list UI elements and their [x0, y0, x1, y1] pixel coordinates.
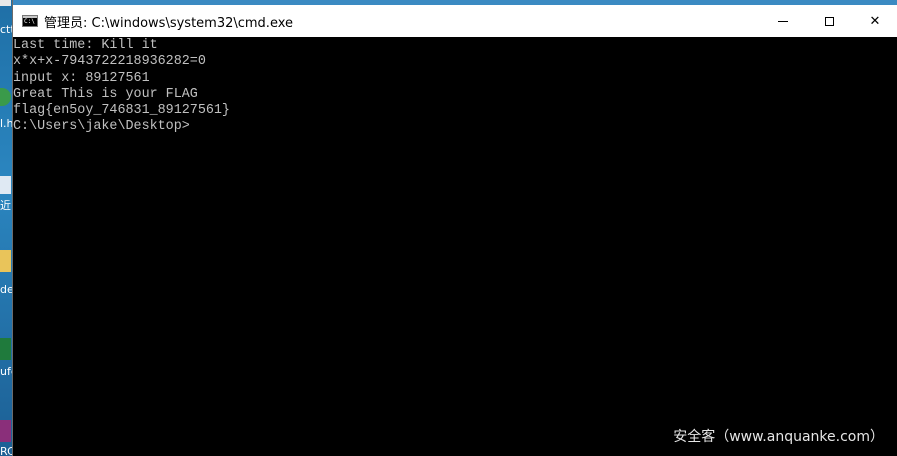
desktop: ctt l.h 近 de ufe RC 管理员: C:\windows\syst…	[0, 0, 897, 456]
console-line: flag{en5oy_746831_89127561}	[13, 103, 230, 119]
desktop-icon-label: RC	[0, 446, 12, 456]
console-line: x*x+x-7943722218936282=0	[13, 54, 206, 70]
window-controls: ✕	[760, 5, 897, 37]
desktop-icon[interactable]	[0, 88, 11, 106]
excel-icon[interactable]	[0, 338, 11, 360]
maximize-icon	[824, 16, 834, 26]
desktop-icon[interactable]	[0, 0, 11, 6]
cmd-window[interactable]: 管理员: C:\windows\system32\cmd.exe ✕ Last …	[12, 0, 897, 456]
minimize-button[interactable]	[760, 5, 806, 37]
close-icon: ✕	[869, 13, 881, 29]
desktop-icon-strip: ctt l.h 近 de ufe RC	[0, 0, 12, 456]
desktop-icon-label: de	[0, 284, 12, 296]
folder-icon[interactable]	[0, 250, 11, 272]
watermark: 安全客（www.anquanke.com）	[673, 429, 884, 445]
cmd-app-icon[interactable]	[22, 15, 38, 27]
desktop-icon-label: ctt	[0, 24, 12, 36]
console-line: input x: 89127561	[13, 70, 150, 86]
desktop-icon-label: ufe	[0, 366, 12, 378]
desktop-icon[interactable]	[0, 176, 11, 194]
console-line: Last time: Kill it	[13, 38, 158, 53]
desktop-icon-label: l.h	[0, 118, 12, 130]
window-title: 管理员: C:\windows\system32\cmd.exe	[44, 15, 293, 31]
archive-icon[interactable]	[0, 420, 11, 442]
console-line: Great This is your FLAG	[13, 86, 198, 102]
maximize-button[interactable]	[806, 5, 852, 37]
title-bar[interactable]: 管理员: C:\windows\system32\cmd.exe ✕	[13, 5, 897, 37]
console-output[interactable]: Last time: Kill it x*x+x-794372221893628…	[13, 37, 897, 456]
console-prompt[interactable]: C:\Users\jake\Desktop>	[13, 119, 897, 135]
minimize-icon	[778, 20, 788, 22]
close-button[interactable]: ✕	[852, 5, 897, 37]
desktop-icon-label: 近	[0, 200, 11, 212]
